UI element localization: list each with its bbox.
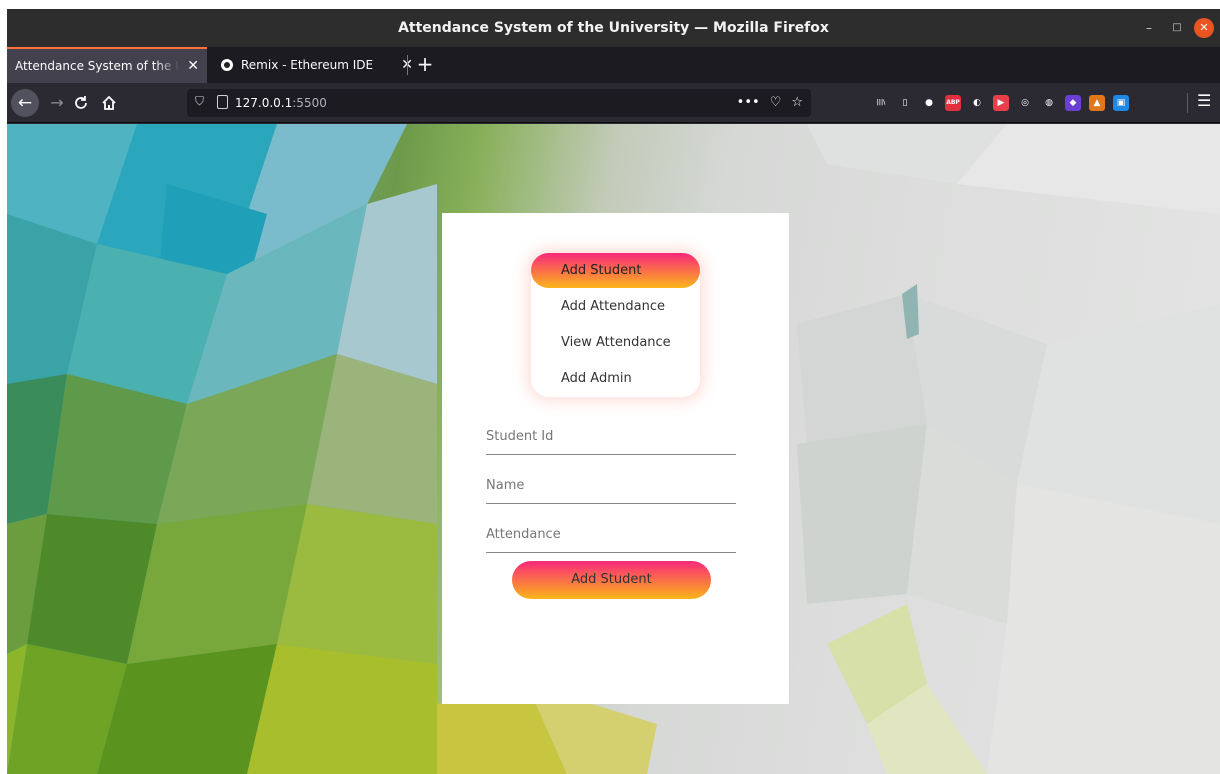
browser-window: Attendance System of the University — Mo… — [7, 9, 1220, 774]
adblock-icon[interactable]: ABP — [945, 95, 961, 111]
hamburger-menu-icon[interactable]: ☰ — [1197, 91, 1211, 110]
tab-attendance-system[interactable]: Attendance System of the University ✕ — [7, 47, 207, 83]
tracking-shield-icon[interactable]: ⛉ — [195, 94, 204, 109]
bookmark-star-icon[interactable]: ☆ — [791, 89, 803, 117]
name-input[interactable] — [486, 468, 736, 503]
minimize-button[interactable]: – — [1139, 18, 1159, 38]
add-student-button[interactable]: Add Student — [512, 561, 711, 599]
tab-strip: Attendance System of the University ✕ Re… — [7, 47, 1220, 83]
close-window-button[interactable]: ✕ — [1194, 18, 1214, 38]
remix-favicon-icon — [221, 59, 233, 71]
sidebar-icon[interactable]: ▯ — [897, 95, 913, 111]
navigation-bar: ← → ⛉ 127.0.0.1:5500 ••• ♡ ☆ |||\ ▯ ● ABP ◐ ▶… — [7, 83, 1220, 123]
window-title: Attendance System of the University — Mo… — [398, 20, 829, 36]
ext-dark-icon[interactable]: ◐ — [969, 95, 985, 111]
new-tab-button[interactable]: + — [413, 47, 437, 83]
attendance-input[interactable] — [486, 517, 736, 552]
reload-icon[interactable] — [69, 91, 93, 115]
maximize-button[interactable]: □ — [1167, 18, 1187, 38]
title-bar: Attendance System of the University — Mo… — [7, 9, 1220, 47]
page-info-icon[interactable] — [217, 95, 228, 109]
name-field — [486, 468, 736, 504]
tab-close-icon[interactable]: ✕ — [187, 58, 199, 74]
ext-red-icon[interactable]: ▶ — [993, 95, 1009, 111]
account-icon[interactable]: ● — [921, 95, 937, 111]
ext-globe-icon[interactable]: ◍ — [1041, 95, 1057, 111]
url-bar[interactable]: ⛉ 127.0.0.1:5500 ••• ♡ ☆ — [187, 89, 811, 117]
menu-item-add-admin[interactable]: Add Admin — [531, 361, 700, 396]
menu-item-view-attendance[interactable]: View Attendance — [531, 325, 700, 360]
student-id-input[interactable] — [486, 419, 736, 454]
tab-label: Attendance System of the University — [15, 59, 180, 73]
home-icon[interactable] — [97, 91, 121, 115]
tab-divider — [407, 55, 408, 75]
forward-arrow-icon[interactable]: → — [45, 91, 69, 115]
attendance-field — [486, 517, 736, 553]
extension-toolbar: |||\ ▯ ● ABP ◐ ▶ ◎ ◍ ◆ ▲ ▣ — [873, 93, 1129, 113]
pocket-icon[interactable]: ♡ — [770, 89, 782, 117]
metamask-icon[interactable]: ▲ — [1089, 95, 1105, 111]
back-arrow-icon[interactable]: ← — [11, 89, 39, 117]
ext-clock-icon[interactable]: ◎ — [1017, 95, 1033, 111]
page-content: Add Student Add Attendance View Attendan… — [7, 124, 1220, 774]
url-text[interactable]: 127.0.0.1:5500 — [235, 89, 327, 117]
ext-blue-icon[interactable]: ▣ — [1113, 95, 1129, 111]
tab-remix-ide[interactable]: Remix - Ethereum IDE ✕ — [215, 47, 415, 83]
ext-purple-icon[interactable]: ◆ — [1065, 95, 1081, 111]
student-id-field — [486, 419, 736, 455]
library-icon[interactable]: |||\ — [873, 95, 889, 111]
page-actions-icon[interactable]: ••• — [737, 89, 760, 117]
menu-item-add-student[interactable]: Add Student — [531, 253, 700, 288]
action-menu: Add Student Add Attendance View Attendan… — [531, 253, 700, 397]
menu-item-add-attendance[interactable]: Add Attendance — [531, 289, 700, 324]
tab-label: Remix - Ethereum IDE — [241, 58, 374, 72]
toolbar-divider — [1187, 93, 1188, 113]
add-student-card: Add Student Add Attendance View Attendan… — [442, 213, 789, 704]
